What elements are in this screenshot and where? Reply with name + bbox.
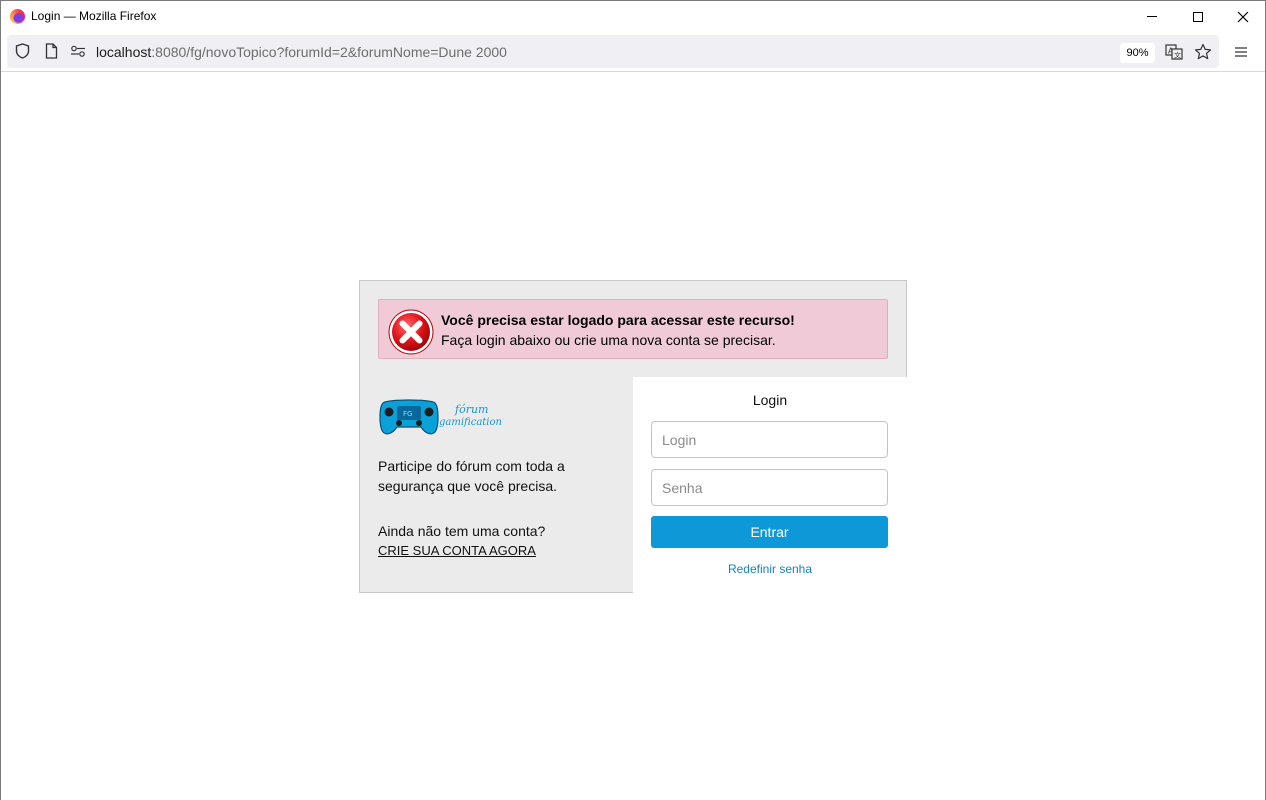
url-text[interactable]: localhost:8080/fg/novoTopico?forumId=2&f… (96, 44, 507, 60)
svg-text:FG: FG (403, 410, 412, 418)
login-form-panel: Login Entrar Redefinir senha (633, 377, 907, 593)
logo-text-gamification: gamification (439, 417, 502, 428)
forum-gamification-logo: FG fórum gamification (379, 399, 502, 435)
translate-icon[interactable]: A文 (1164, 42, 1184, 62)
close-icon (1237, 11, 1249, 22)
url-bar[interactable]: localhost:8080/fg/novoTopico?forumId=2&f… (7, 35, 1219, 68)
password-input[interactable] (651, 469, 888, 506)
url-host: localhost (96, 44, 152, 60)
browser-window: Login — Mozilla Firefox localhost:8080/f… (0, 0, 1266, 800)
minimize-icon (1147, 16, 1157, 17)
maximize-button[interactable] (1175, 1, 1221, 32)
permissions-icon[interactable] (69, 43, 87, 59)
maximize-icon (1193, 11, 1203, 22)
close-button[interactable] (1220, 1, 1266, 32)
title-bar: Login — Mozilla Firefox (1, 1, 1265, 32)
create-account-link[interactable]: CRIE SUA CONTA AGORA (378, 543, 536, 558)
navigation-toolbar: localhost:8080/fg/novoTopico?forumId=2&f… (1, 32, 1265, 72)
svg-text:文: 文 (1174, 51, 1181, 60)
error-alert: Você precisa estar logado para acessar e… (378, 299, 888, 359)
logo-text-forum: fórum (454, 403, 488, 416)
page-icon[interactable] (43, 43, 59, 59)
menu-icon[interactable] (1231, 42, 1251, 62)
login-input[interactable] (651, 421, 888, 458)
window-title: Login — Mozilla Firefox (31, 9, 157, 23)
tagline: Participe do fórum com toda a segurança … (378, 458, 565, 494)
error-icon (388, 309, 434, 355)
alert-title: Você precisa estar logado para acessar e… (441, 312, 795, 328)
no-account-text: Ainda não tem uma conta? (378, 523, 546, 539)
url-path: :8080/fg/novoTopico?forumId=2&forumNome=… (151, 44, 507, 60)
zoom-indicator[interactable]: 90% (1120, 43, 1155, 63)
firefox-icon (10, 9, 25, 24)
alert-message: Faça login abaixo ou crie uma nova conta… (441, 332, 776, 348)
login-box: Você precisa estar logado para acessar e… (359, 280, 907, 593)
submit-button[interactable]: Entrar (651, 516, 888, 548)
bookmark-star-icon[interactable] (1193, 42, 1213, 62)
form-title: Login (752, 392, 788, 408)
shield-icon[interactable] (14, 43, 30, 59)
reset-password-link[interactable]: Redefinir senha (633, 562, 907, 576)
info-panel: FG fórum gamification Participe do fórum… (360, 377, 633, 593)
page-content: Você precisa estar logado para acessar e… (1, 73, 1265, 800)
minimize-button[interactable] (1129, 1, 1175, 32)
